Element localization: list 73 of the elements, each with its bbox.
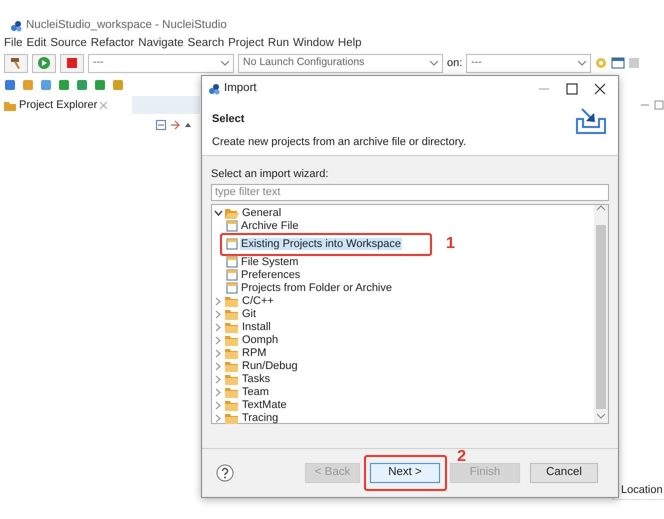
- chevron-down-icon[interactable]: [214, 208, 223, 218]
- menu-item[interactable]: File: [4, 35, 23, 53]
- chevron-down-icon: [221, 60, 229, 66]
- tree-item[interactable]: Preferences: [240, 268, 302, 280]
- scrollbar[interactable]: [594, 204, 608, 422]
- chevron-right-icon[interactable]: [214, 322, 223, 332]
- chevron-right-icon[interactable]: [214, 362, 223, 370]
- dialog-title: Import: [224, 80, 258, 96]
- chevron-right-icon[interactable]: [214, 374, 223, 384]
- menu-item[interactable]: Project: [228, 35, 264, 53]
- menu-item[interactable]: Window: [293, 35, 334, 53]
- menu-item[interactable]: Refactor: [90, 35, 134, 53]
- chevron-right-icon[interactable]: [214, 388, 223, 396]
- collapse-icon[interactable]: [156, 120, 166, 130]
- page-description: Create new projects from an archive file or directory.: [212, 134, 466, 150]
- chevron-right-icon[interactable]: [214, 296, 223, 306]
- stop-button[interactable]: [60, 54, 84, 72]
- chevron-right-icon[interactable]: [214, 414, 223, 422]
- step-number: 1: [446, 236, 455, 252]
- combo-value: No Launch Configurations: [243, 55, 364, 70]
- tree-item[interactable]: General: [241, 206, 282, 218]
- tree-item[interactable]: File System: [240, 256, 300, 268]
- run-button[interactable]: [32, 54, 56, 72]
- view-tab[interactable]: Project Explorer: [0, 96, 132, 114]
- tree-item[interactable]: Existing Projects into Workspace: [240, 238, 402, 250]
- tree-item[interactable]: C/C++: [241, 294, 275, 306]
- tree-item[interactable]: Tasks: [241, 372, 272, 384]
- help-icon[interactable]: [216, 464, 234, 482]
- menu-item[interactable]: Run: [268, 35, 289, 53]
- menu-item[interactable]: Navigate: [138, 35, 184, 53]
- wizard-button[interactable]: Cancel: [530, 463, 598, 483]
- tree-item[interactable]: Team: [241, 386, 270, 398]
- tree-item[interactable]: Archive File: [240, 220, 300, 232]
- target-label: on:: [447, 56, 462, 71]
- mode-dropdown[interactable]: ---: [88, 54, 234, 72]
- build-button[interactable]: [4, 54, 28, 72]
- combo-value: ---: [471, 55, 482, 70]
- import-icon: [574, 107, 608, 135]
- tree-item[interactable]: Tracing: [241, 412, 280, 424]
- app-icon: [208, 82, 220, 94]
- page-heading: Select: [212, 112, 246, 127]
- chevron-right-icon[interactable]: [214, 400, 223, 410]
- chevron-down-icon: [430, 60, 438, 66]
- chevron-right-icon[interactable]: [214, 336, 223, 344]
- tree-item[interactable]: TextMate: [241, 398, 288, 410]
- tree-item[interactable]: Install: [241, 320, 272, 332]
- combo-value: ---: [93, 55, 104, 70]
- chevron-right-icon[interactable]: [214, 348, 223, 358]
- launch-dropdown[interactable]: No Launch Configurations: [238, 54, 443, 72]
- target-dropdown[interactable]: ---: [466, 54, 592, 72]
- wizard-button[interactable]: Next >: [370, 463, 440, 483]
- link-icon[interactable]: [170, 120, 180, 130]
- tree-item[interactable]: Projects from Folder or Archive: [240, 282, 393, 294]
- menu-item[interactable]: Source: [50, 35, 87, 53]
- prompt-label: Select an import wizard:: [211, 167, 330, 182]
- tree-item[interactable]: Oomph: [241, 334, 280, 346]
- window-icon[interactable]: [611, 57, 626, 69]
- tree-item[interactable]: RPM: [241, 346, 268, 358]
- chevron-right-icon[interactable]: [214, 310, 223, 318]
- tree-item[interactable]: Run/Debug: [241, 360, 299, 372]
- window-title: NucleiStudio_workspace - NucleiStudio: [26, 18, 227, 34]
- menu-item[interactable]: Search: [188, 35, 224, 53]
- stop-icon: [67, 58, 77, 68]
- chevron-down-icon: [578, 60, 586, 66]
- app-icon: [10, 20, 22, 32]
- chevron-up-icon[interactable]: [597, 204, 605, 210]
- menu-item[interactable]: Edit: [26, 35, 46, 53]
- tree-item[interactable]: Git: [241, 308, 258, 320]
- filter-field[interactable]: type filter text: [211, 184, 609, 200]
- menu-item[interactable]: Help: [338, 35, 362, 53]
- tab-label: Project Explorer: [19, 98, 98, 113]
- hammer-icon: [10, 57, 22, 69]
- step-number: 2: [457, 449, 466, 465]
